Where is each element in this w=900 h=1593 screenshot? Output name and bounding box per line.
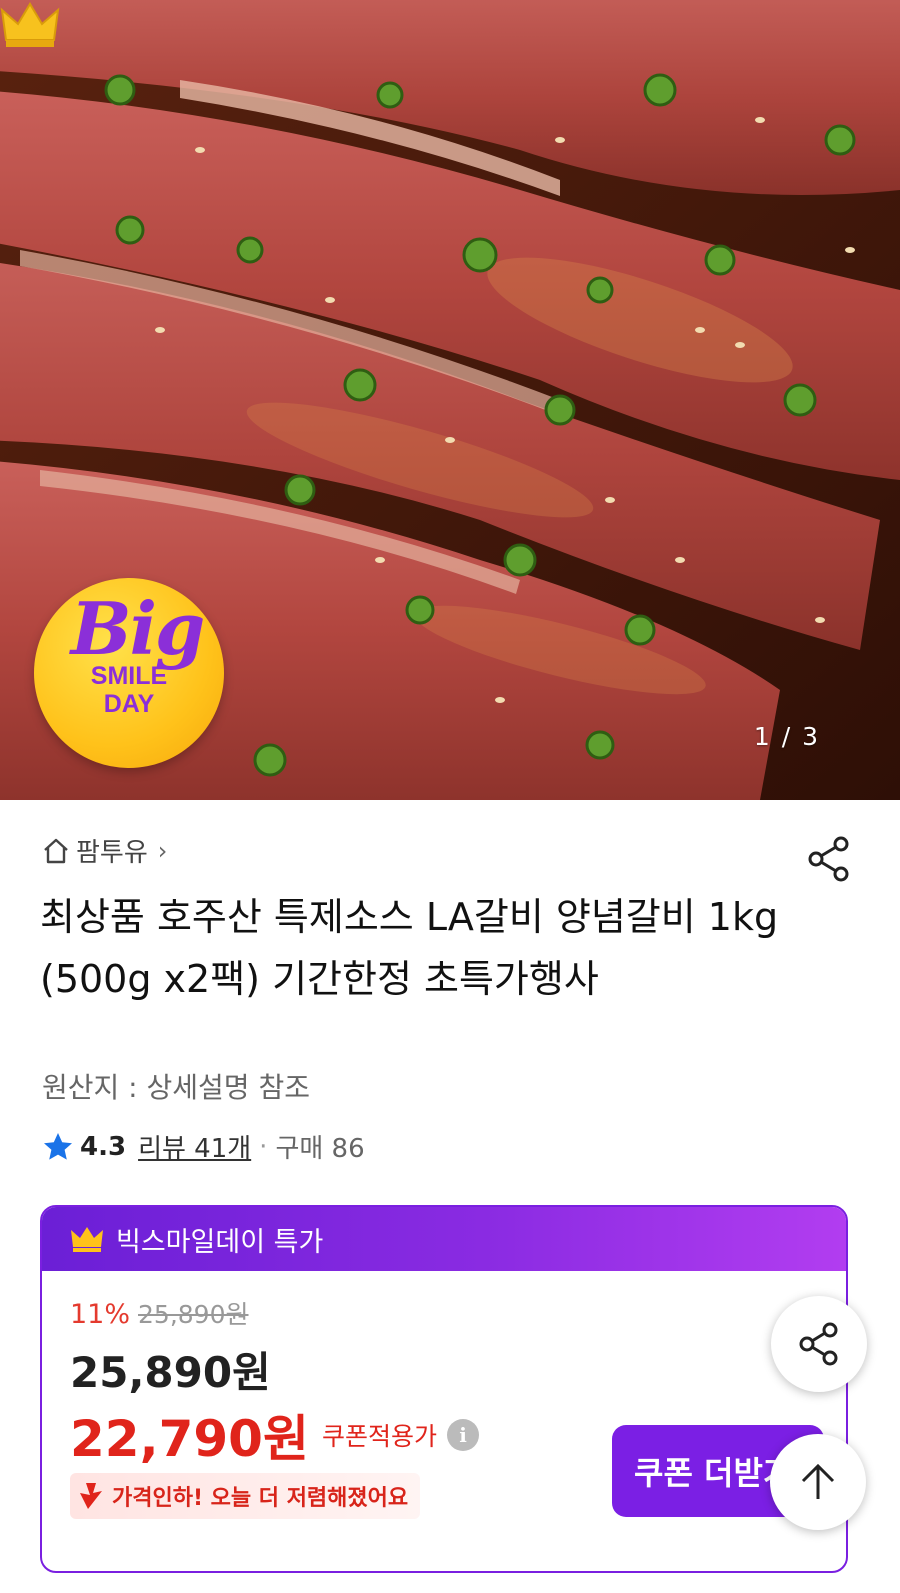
arrow-up-icon xyxy=(801,1463,835,1499)
crown-icon xyxy=(71,1227,103,1252)
coupon-price: 22,790원 xyxy=(70,1410,309,1468)
star-icon xyxy=(44,1132,72,1160)
share-icon[interactable] xyxy=(806,836,852,882)
rating-score: 4.3 xyxy=(80,1131,127,1162)
crown-icon xyxy=(0,2,60,47)
origin-text: 원산지 : 상세설명 참조 xyxy=(42,1071,310,1104)
deal-box: 빅스마일데이 특가 11% 25,890원 25,890원 22,790원 쿠폰… xyxy=(40,1205,848,1573)
chevron-right-icon: › xyxy=(157,836,168,865)
store-name: 팜투유 xyxy=(76,838,148,868)
big-smile-day-badge: Big SMILE DAY xyxy=(34,578,224,768)
discount-percent: 11% xyxy=(70,1299,131,1330)
coupon-label: 쿠폰적용가 i xyxy=(322,1417,480,1453)
store-link[interactable]: 팜투유 › xyxy=(42,832,167,869)
floating-share-button[interactable] xyxy=(771,1296,867,1392)
share-icon xyxy=(799,1322,838,1366)
product-image[interactable]: Big SMILE DAY 1 / 3 xyxy=(0,0,900,800)
badge-day-text: DAY xyxy=(103,690,155,718)
sale-price: 25,890원 xyxy=(70,1348,271,1397)
reviews-link[interactable]: 리뷰 41개 xyxy=(138,1128,251,1165)
rating-row: 4.3 리뷰 41개 · 구매 86 xyxy=(42,1128,365,1165)
price-drop-text: 가격인하! 오늘 더 저렴해졌어요 xyxy=(112,1486,409,1511)
badge-big-text: Big xyxy=(70,586,206,671)
home-icon xyxy=(44,838,68,863)
discount-row: 11% 25,890원 xyxy=(70,1295,249,1331)
original-price: 25,890원 xyxy=(138,1300,249,1329)
deal-header: 빅스마일데이 특가 xyxy=(42,1207,846,1271)
image-counter: 1 / 3 xyxy=(753,722,821,751)
info-icon[interactable]: i xyxy=(447,1419,480,1451)
scroll-to-top-button[interactable] xyxy=(770,1434,866,1530)
badge-smile-text: SMILE xyxy=(90,662,168,690)
deal-header-text: 빅스마일데이 특가 xyxy=(116,1226,324,1258)
product-title: 최상품 호주산 특제소스 LA갈비 양념갈비 1kg (500g x2팩) 기간… xyxy=(40,895,779,1001)
coupon-label-text: 쿠폰적용가 xyxy=(322,1422,438,1451)
price-drop-notice: 가격인하! 오늘 더 저렴해졌어요 xyxy=(70,1473,421,1519)
purchase-count: 구매 86 xyxy=(275,1134,365,1164)
separator-dot: · xyxy=(259,1131,268,1162)
down-arrow-icon xyxy=(80,1483,102,1509)
